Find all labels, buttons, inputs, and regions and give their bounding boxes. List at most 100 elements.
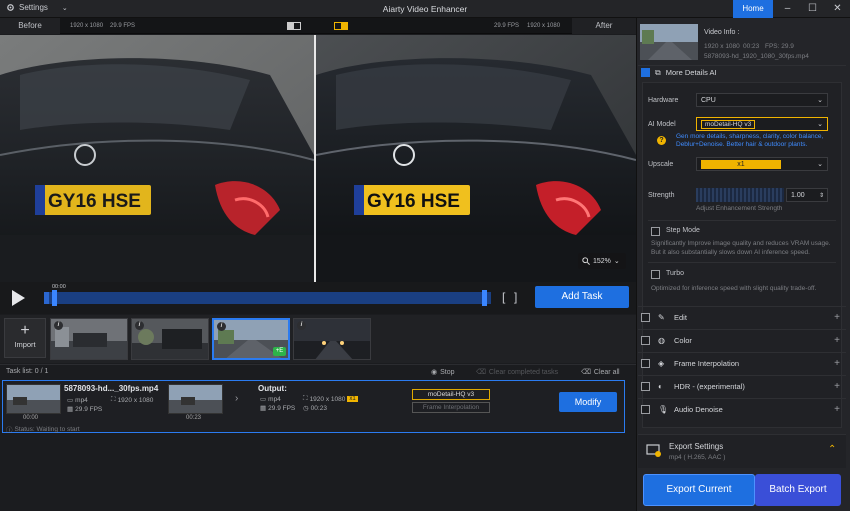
info-icon: ⓘ — [6, 427, 13, 434]
frame-interpolation-checkbox[interactable] — [641, 359, 650, 368]
more-details-label: More Details AI — [665, 68, 717, 77]
info-icon[interactable]: i — [135, 321, 144, 330]
hardware-select[interactable]: CPU ⌄ — [696, 93, 828, 107]
task-start-thumbnail — [6, 384, 61, 414]
strength-caption: Adjust Enhancement Strength — [696, 205, 783, 212]
strength-input[interactable]: 1.00 ⇕ — [786, 188, 828, 202]
expand-icon[interactable]: + — [834, 335, 840, 346]
expand-icon[interactable]: + — [834, 312, 840, 323]
output-format: ▭ mp4 — [260, 395, 281, 404]
color-icon: ◍ — [658, 336, 665, 345]
fps-icon: ▦ — [67, 406, 74, 413]
zoom-control[interactable]: 152% ⌄ — [578, 253, 626, 269]
output-label: Output: — [258, 384, 287, 393]
expand-icon[interactable]: + — [834, 404, 840, 415]
export-settings-icon — [646, 444, 661, 457]
output-scale: x1 — [347, 396, 358, 402]
step-mode-checkbox[interactable] — [651, 227, 660, 236]
compare-bar: Before 1920 x 1080 29.9 FPS 29.9 FPS 192… — [0, 18, 636, 34]
video-info-resolution: 1920 x 1080 — [704, 43, 740, 50]
video-info-thumbnail — [640, 24, 698, 60]
audio-denoise-checkbox[interactable] — [641, 405, 650, 414]
before-preview[interactable]: GY16 HSE — [0, 35, 314, 282]
car-rear-image: GY16 HSE — [0, 35, 314, 282]
play-icon[interactable] — [10, 289, 26, 307]
split-view-icon[interactable] — [287, 22, 301, 30]
video-info-heading: Video Info : — [704, 29, 740, 36]
batch-export-button[interactable]: Batch Export — [755, 474, 841, 506]
import-button[interactable]: + Import — [4, 318, 46, 358]
zoom-level: 152% — [593, 257, 611, 265]
hardware-label: Hardware — [648, 97, 679, 104]
clip-thumbnail[interactable]: i — [293, 318, 371, 360]
help-icon[interactable]: ? — [657, 136, 666, 145]
chevron-down-icon: ⌄ — [817, 121, 823, 128]
hdr-checkbox[interactable] — [641, 382, 650, 391]
ai-model-hint: Gen more details, sharpness, clarity, co… — [676, 133, 824, 148]
color-checkbox[interactable] — [641, 336, 650, 345]
side-by-side-icon[interactable] — [334, 22, 348, 30]
chevron-up-icon[interactable]: ⌃ — [828, 444, 836, 455]
model-tag: moDetail-HQ v3 — [412, 389, 490, 400]
upscale-select[interactable]: x1 ⌄ — [696, 157, 828, 171]
section-frame-interpolation[interactable]: ◈ Frame Interpolation + — [638, 352, 846, 374]
trim-end-handle[interactable] — [482, 290, 487, 306]
before-tab[interactable]: Before — [0, 18, 60, 34]
mark-out-button[interactable]: ] — [514, 290, 517, 304]
edit-checkbox[interactable] — [641, 313, 650, 322]
mark-in-button[interactable]: [ — [502, 290, 505, 304]
add-task-button[interactable]: Add Task — [535, 286, 629, 308]
export-current-button[interactable]: Export Current — [643, 474, 755, 506]
trim-start-handle[interactable] — [52, 290, 57, 306]
car-rear-image-enhanced: GY16 HSE — [316, 35, 636, 282]
maximize-icon[interactable]: ☐ — [800, 0, 825, 18]
close-icon[interactable]: ✕ — [825, 0, 850, 18]
brush-icon: ⌫ — [581, 369, 591, 376]
section-edit[interactable]: ✎ Edit + — [638, 306, 846, 328]
gear-icon — [7, 4, 14, 11]
ai-model-select[interactable]: moDetail-HQ v3 ⌄ — [696, 117, 828, 131]
left-resolution: 1920 x 1080 — [70, 23, 104, 29]
timeline-track[interactable] — [44, 292, 491, 304]
after-tab[interactable]: After — [572, 18, 636, 34]
info-icon[interactable]: i — [297, 321, 306, 330]
divider — [648, 262, 836, 263]
stepper-icon[interactable]: ⇕ — [819, 192, 824, 199]
modify-button[interactable]: Modify — [559, 392, 617, 412]
settings-menu[interactable]: Settings ⌄ — [6, 3, 68, 12]
hdr-icon: ◐ — [658, 382, 663, 391]
home-button[interactable]: Home — [733, 0, 773, 18]
export-settings-label: Export Settings — [669, 442, 724, 451]
turbo-desc: Optimized for inference speed with sligh… — [651, 285, 817, 292]
clip-thumbnail-selected[interactable]: i +E — [212, 318, 290, 360]
clip-thumbnail[interactable]: i — [50, 318, 128, 360]
more-details-header[interactable]: ⧉ More Details AI — [638, 65, 846, 79]
strength-slider[interactable] — [696, 188, 784, 202]
info-icon[interactable]: i — [54, 321, 63, 330]
task-start-time: 00:00 — [23, 415, 39, 421]
section-audio-denoise[interactable]: 🎙 Audio Denoise + — [638, 398, 846, 420]
clear-completed-button[interactable]: ⌫ Clear completed tasks — [476, 368, 558, 377]
timeline-progress — [44, 292, 50, 304]
sparkle-icon: ⧉ — [655, 67, 661, 77]
stop-button[interactable]: ◉ Stop — [431, 368, 455, 377]
info-icon[interactable]: i — [217, 322, 226, 331]
turbo-checkbox[interactable] — [651, 270, 660, 279]
after-preview[interactable]: GY16 HSE — [316, 35, 636, 282]
task-item[interactable]: 00:00 5878093-hd..._30fps.mp4 ▭ mp4 ⛶ 1920… — [2, 380, 625, 434]
task-count: 0 / 1 — [34, 368, 49, 375]
section-color[interactable]: ◍ Color + — [638, 329, 846, 351]
clip-thumbnail[interactable]: i — [131, 318, 209, 360]
expand-icon[interactable]: + — [834, 358, 840, 369]
section-hdr[interactable]: ◐ HDR - (experimental) + — [638, 375, 846, 397]
more-details-checkbox[interactable] — [641, 68, 650, 77]
minimize-icon[interactable]: – — [775, 0, 800, 18]
clear-all-button[interactable]: ⌫ Clear all — [581, 368, 620, 377]
task-resolution: ⛶ 1920 x 1080 — [111, 396, 154, 404]
stop-icon: ◉ — [431, 369, 438, 376]
export-settings[interactable]: Export Settings mp4 ( H.265, AAC ) ⌃ — [638, 434, 846, 468]
expand-icon[interactable]: + — [834, 381, 840, 392]
output-resolution: ⛶ 1920 x 1080 x1 — [303, 395, 358, 403]
output-duration: ◷ 00:23 — [303, 404, 327, 413]
upscale-label: Upscale — [648, 161, 674, 168]
